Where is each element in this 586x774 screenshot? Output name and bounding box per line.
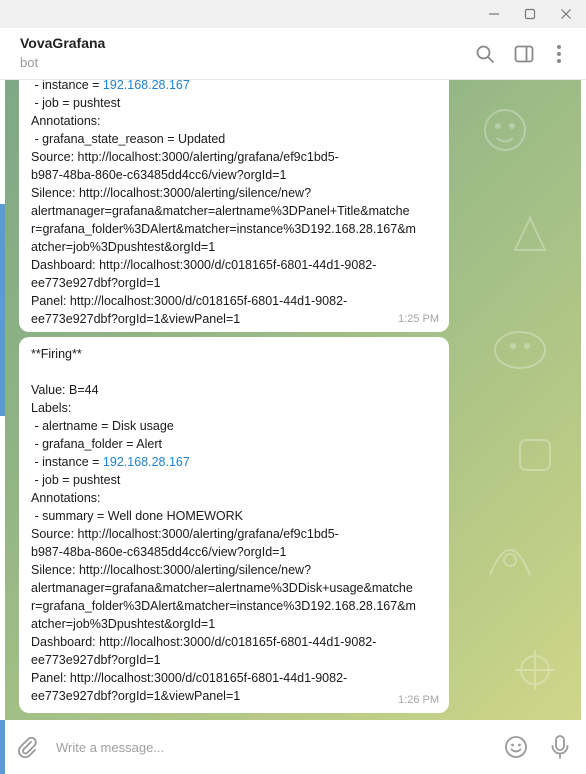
close-icon[interactable] xyxy=(548,0,584,28)
microphone-icon[interactable] xyxy=(547,733,573,761)
message-line: Panel: http://localhost:3000/d/c018165f-… xyxy=(31,294,348,308)
message-line: r=grafana_folder%3DAlert&matcher=instanc… xyxy=(31,599,416,613)
message-line: ee773e927dbf?orgId=1 xyxy=(31,276,161,290)
message-line: b987-48ba-860e-c63485dd4cc6/view?orgId=1 xyxy=(31,168,287,182)
message-line: r=grafana_folder%3DAlert&matcher=instanc… xyxy=(31,222,416,236)
message-line: - alertname = Disk usage xyxy=(31,419,174,433)
message-line: atcher=job%3Dpushtest&orgId=1 xyxy=(31,617,216,631)
scrollbar-track[interactable] xyxy=(581,80,586,720)
message-line xyxy=(31,363,437,381)
ip-link[interactable]: 192.168.28.167 xyxy=(103,80,190,92)
message-line: Labels: xyxy=(31,401,72,415)
chat-status: bot xyxy=(20,55,39,70)
message-line: Source: http://localhost:3000/alerting/g… xyxy=(31,527,339,541)
minimize-icon[interactable] xyxy=(476,0,512,28)
message-line: **Firing** xyxy=(31,347,82,361)
wallpaper-doodle-icon xyxy=(484,109,526,151)
maximize-icon[interactable] xyxy=(512,0,548,28)
chat-header: VovaGrafana bot xyxy=(0,28,586,80)
message-line: alertmanager=grafana&matcher=alertname%3… xyxy=(31,204,410,218)
wallpaper-doodle-icon xyxy=(513,215,547,251)
message-line: Silence: http://localhost:3000/alerting/… xyxy=(31,563,312,577)
message-line: Source: http://localhost:3000/alerting/g… xyxy=(31,150,339,164)
message-line: Value: B=44 xyxy=(31,383,99,397)
message-line: - instance = 192.168.28.167 xyxy=(31,455,190,469)
message-bubble[interactable]: **Firing** Value: B=44 Labels: - alertna… xyxy=(19,337,449,713)
wallpaper-doodle-icon xyxy=(489,549,531,576)
message-line: ee773e927dbf?orgId=1&viewPanel=1 xyxy=(31,689,241,703)
window-titlebar xyxy=(0,0,586,28)
more-vertical-icon[interactable] xyxy=(546,41,572,67)
message-bubble[interactable]: - instance = 192.168.28.167 - job = push… xyxy=(19,80,449,332)
message-line: - summary = Well done HOMEWORK xyxy=(31,509,243,523)
message-line: Silence: http://localhost:3000/alerting/… xyxy=(31,186,312,200)
message-input[interactable] xyxy=(56,736,476,758)
message-composer xyxy=(0,720,586,774)
message-line: - instance = 192.168.28.167 xyxy=(31,80,190,92)
message-list[interactable]: - instance = 192.168.28.167 - job = push… xyxy=(5,80,581,720)
message-line: atcher=job%3Dpushtest&orgId=1 xyxy=(31,240,216,254)
message-line: Annotations: xyxy=(31,491,101,505)
message-line: - grafana_folder = Alert xyxy=(31,437,162,451)
message-line: ee773e927dbf?orgId=1&viewPanel=1 xyxy=(31,312,241,326)
message-line: Annotations: xyxy=(31,114,101,128)
ip-link[interactable]: 192.168.28.167 xyxy=(103,455,190,469)
wallpaper-doodle-icon xyxy=(515,650,555,690)
message-line: - grafana_state_reason = Updated xyxy=(31,132,226,146)
message-line: alertmanager=grafana&matcher=alertname%3… xyxy=(31,581,413,595)
message-timestamp: 1:26 PM xyxy=(398,694,439,706)
message-line: - job = pushtest xyxy=(31,96,121,110)
composer-accent xyxy=(0,720,5,774)
emoji-icon[interactable] xyxy=(503,734,529,760)
message-line: Dashboard: http://localhost:3000/d/c0181… xyxy=(31,258,377,272)
message-line: ee773e927dbf?orgId=1 xyxy=(31,653,161,667)
paperclip-icon[interactable] xyxy=(14,734,40,760)
message-line: b987-48ba-860e-c63485dd4cc6/view?orgId=1 xyxy=(31,545,287,559)
message-line: Dashboard: http://localhost:3000/d/c0181… xyxy=(31,635,377,649)
search-icon[interactable] xyxy=(472,41,498,67)
chat-title[interactable]: VovaGrafana xyxy=(20,35,105,51)
message-line: Panel: http://localhost:3000/d/c018165f-… xyxy=(31,671,348,685)
wallpaper-doodle-icon xyxy=(519,439,551,471)
message-timestamp: 1:25 PM xyxy=(398,313,439,325)
message-line: - job = pushtest xyxy=(31,473,121,487)
sidebar-toggle-icon[interactable] xyxy=(511,41,537,67)
wallpaper-doodle-icon xyxy=(494,331,546,369)
